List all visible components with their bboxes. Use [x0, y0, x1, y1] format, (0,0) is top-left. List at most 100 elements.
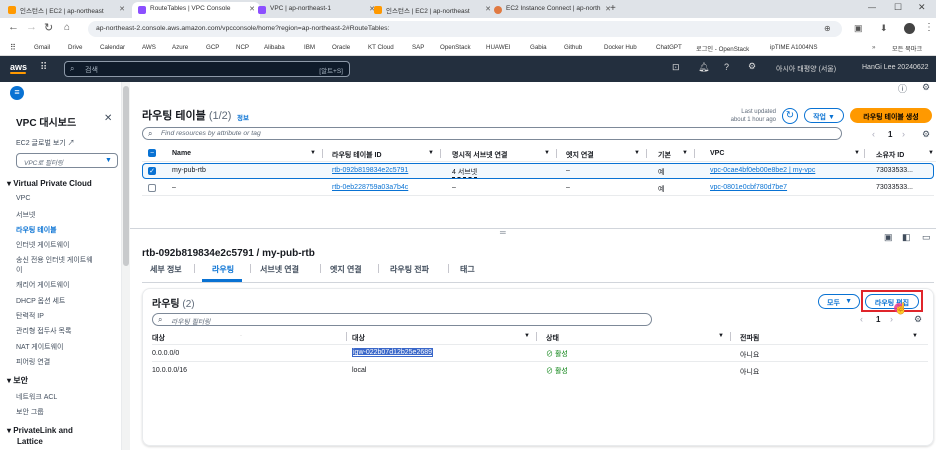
- sidebar-item-subnets[interactable]: 서브넷: [16, 210, 35, 220]
- tab-edge-associations[interactable]: 엣지 연결: [330, 264, 362, 275]
- cloudshell-icon[interactable]: ⊡: [672, 62, 680, 73]
- bookmark-huawei[interactable]: HUAWEI: [486, 44, 511, 51]
- sidebar-item-peering[interactable]: 피어링 연결: [16, 357, 50, 367]
- maximize-icon[interactable]: ☐: [894, 2, 902, 13]
- row-route-table-id[interactable]: rtb-0eb228759a03a7b4c: [332, 184, 408, 191]
- sidebar-item-carrier-gateways[interactable]: 캐리어 게이트웨이: [16, 280, 69, 290]
- table-row[interactable]: ✓ my-pub-rtb rtb-092b819834e2c5791 4 서브넷…: [142, 163, 934, 179]
- pagination-current-page[interactable]: 1: [888, 130, 892, 139]
- pagination-prev-icon[interactable]: ‹: [860, 314, 863, 324]
- browser-tab[interactable]: EC2 Instance Connect | ap-north ✕: [488, 2, 616, 18]
- row-vpc[interactable]: vpc-0801e0cbf780d7be7: [710, 184, 787, 191]
- sidebar-item-egress-igw[interactable]: 송신 전용 인터넷 게이트웨: [16, 255, 93, 265]
- col-destination[interactable]: 대상: [152, 333, 165, 343]
- sidebar-item-security-groups[interactable]: 보안 그룹: [16, 407, 44, 417]
- section-vpc[interactable]: ▾ Virtual Private Cloud: [7, 179, 92, 188]
- row-route-table-id[interactable]: rtb-092b819834e2c5791: [332, 167, 408, 174]
- select-all-checkbox[interactable]: −: [148, 149, 156, 157]
- sort-icon[interactable]: ▼: [428, 150, 434, 156]
- col-edge[interactable]: 엣지 연결: [566, 150, 594, 160]
- home-icon[interactable]: ⌂: [64, 22, 70, 33]
- bookmark-ibm[interactable]: IBM: [304, 44, 315, 51]
- browser-tab[interactable]: 인스턴스 | EC2 | ap-northeast ✕: [368, 2, 496, 18]
- col-explicit-subnet[interactable]: 명시적 서브넷 연결: [452, 150, 507, 160]
- pagination-current-page[interactable]: 1: [876, 315, 880, 324]
- region-selector[interactable]: 아시아 태평양 (서울): [776, 64, 836, 74]
- info-link[interactable]: 정보: [237, 112, 249, 122]
- help-icon[interactable]: ?: [724, 62, 729, 72]
- forward-icon[interactable]: →: [26, 21, 37, 33]
- tab-route-propagation[interactable]: 라우팅 전파: [390, 264, 429, 275]
- close-icon[interactable]: ✕: [119, 5, 125, 13]
- routes-search-input[interactable]: ⌕ 라우팅 필터링: [152, 313, 652, 326]
- column-divider[interactable]: [646, 149, 647, 158]
- downloads-icon[interactable]: ⬇: [880, 23, 888, 34]
- col-propagated[interactable]: 전파됨: [740, 333, 759, 343]
- apps-icon[interactable]: ⠿: [10, 43, 16, 52]
- sort-icon[interactable]: ▼: [912, 333, 918, 339]
- back-icon[interactable]: ←: [8, 21, 19, 33]
- bookmark-oracle[interactable]: Oracle: [332, 44, 350, 51]
- table-row[interactable]: 0.0.0.0/0 igw-022b07d12b25e2689 ⊘ 활성 아니요: [152, 346, 928, 362]
- bookmark-docker-hub[interactable]: Docker Hub: [604, 44, 637, 51]
- tab-details[interactable]: 세부 정보: [150, 264, 182, 275]
- url-field[interactable]: ap-northeast-2.console.aws.amazon.com/vp…: [88, 21, 842, 37]
- panel-bottom-icon[interactable]: ▣: [884, 232, 893, 243]
- column-divider[interactable]: [730, 332, 731, 341]
- sidebar-item-nat-gateways[interactable]: NAT 게이트웨이: [16, 342, 64, 352]
- services-grid-icon[interactable]: ⠿: [40, 62, 47, 73]
- column-divider[interactable]: [440, 149, 441, 158]
- bookmark-chatgpt[interactable]: ChatGPT: [656, 44, 682, 51]
- new-tab-icon[interactable]: +: [610, 3, 616, 14]
- column-divider[interactable]: [536, 332, 537, 341]
- sidebar-item-egress-igw-wrap[interactable]: 이: [16, 265, 22, 275]
- scrollbar-thumb[interactable]: [123, 86, 129, 266]
- sort-icon[interactable]: ▼: [854, 150, 860, 156]
- sidebar-item-dhcp[interactable]: DHCP 옵션 세트: [16, 296, 65, 306]
- tab-subnet-associations[interactable]: 서브넷 연결: [260, 264, 299, 275]
- sidebar-item-prefix-lists[interactable]: 관리형 접두사 목록: [16, 326, 71, 336]
- browser-tab[interactable]: RouteTables | VPC Console ✕: [132, 2, 260, 18]
- bookmark-ncp[interactable]: NCP: [236, 44, 249, 51]
- row-checkbox[interactable]: ✓: [148, 167, 156, 175]
- bookmark-kt-cloud[interactable]: KT Cloud: [368, 44, 394, 51]
- col-name[interactable]: Name: [172, 150, 191, 157]
- sort-icon[interactable]: ▼: [634, 150, 640, 156]
- bookmark-gmail[interactable]: Gmail: [34, 44, 50, 51]
- sort-icon[interactable]: ▼: [928, 150, 934, 156]
- browser-tab[interactable]: 인스턴스 | EC2 | ap-northeast ✕: [2, 2, 130, 18]
- bookmark-calendar[interactable]: Calendar: [100, 44, 125, 51]
- bookmark-gcp[interactable]: GCP: [206, 44, 219, 51]
- pagination-prev-icon[interactable]: ‹: [872, 129, 875, 139]
- pagination-next-icon[interactable]: ›: [890, 314, 893, 324]
- edit-routes-button[interactable]: 라우팅 편집: [865, 294, 919, 309]
- ec2-global-view-link[interactable]: EC2 글로벌 보기 ↗: [16, 138, 75, 148]
- refresh-button[interactable]: ↻: [782, 108, 798, 124]
- col-target[interactable]: 대상: [352, 333, 365, 343]
- sort-icon[interactable]: ▼: [544, 150, 550, 156]
- hamburger-menu-icon[interactable]: ≡: [10, 86, 24, 100]
- column-divider[interactable]: [694, 149, 695, 158]
- bookmark-aws[interactable]: AWS: [142, 44, 156, 51]
- col-vpc[interactable]: VPC: [710, 150, 724, 157]
- aws-search-input[interactable]: ⌕ 검색 [알트+S]: [64, 61, 350, 77]
- bookmark-openstack-login[interactable]: 로그인 - OpenStack: [696, 44, 749, 53]
- settings-icon[interactable]: ⚙: [922, 82, 930, 93]
- sidebar-item-network-acl[interactable]: 네트워크 ACL: [16, 392, 57, 402]
- vpc-filter-select[interactable]: VPC로 필터링 ▼: [16, 153, 118, 168]
- column-divider[interactable]: [864, 149, 865, 158]
- sidebar-item-route-tables[interactable]: 라우팅 테이블: [16, 225, 57, 235]
- actions-button[interactable]: 작업 ▼: [804, 108, 844, 123]
- bookmark-gabia[interactable]: Gabia: [530, 44, 547, 51]
- extensions-icon[interactable]: ▣: [854, 23, 863, 34]
- profile-avatar[interactable]: [904, 23, 915, 34]
- sort-icon[interactable]: ▼: [310, 150, 316, 156]
- section-privatelink[interactable]: ▾ PrivateLink and: [7, 426, 73, 435]
- reload-icon[interactable]: ↻: [44, 21, 53, 34]
- sort-icon[interactable]: ▼: [718, 333, 724, 339]
- row-subnet[interactable]: 4 서브넷: [452, 167, 478, 178]
- row-vpc[interactable]: vpc-0cae4bf0eb00e8be2 | my-vpc: [710, 167, 815, 174]
- zoom-icon[interactable]: ⊕: [824, 24, 831, 33]
- sort-icon[interactable]: ▼: [524, 333, 530, 339]
- table-row[interactable]: 10.0.0.0/16 local ⊘ 활성 아니요: [152, 363, 928, 379]
